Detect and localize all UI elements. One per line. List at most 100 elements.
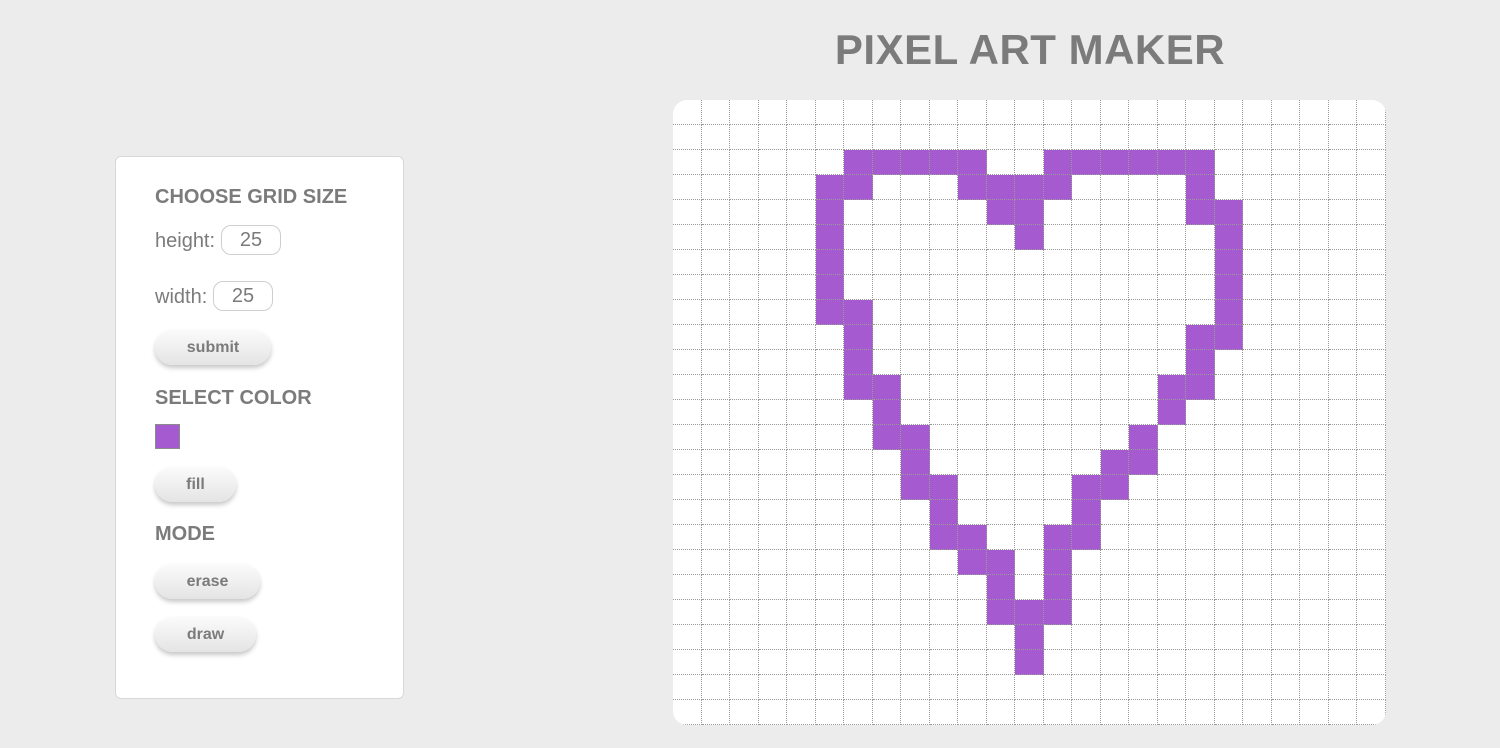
grid-cell[interactable]	[758, 325, 788, 350]
painted-grid-cell[interactable]	[844, 325, 873, 350]
grid-cell[interactable]	[815, 150, 845, 175]
grid-cell[interactable]	[1214, 125, 1244, 150]
grid-cell[interactable]	[1186, 275, 1215, 300]
grid-cell[interactable]	[787, 525, 816, 550]
grid-cell[interactable]	[1214, 400, 1244, 425]
grid-cell[interactable]	[1328, 600, 1358, 625]
grid-cell[interactable]	[1100, 125, 1130, 150]
grid-cell[interactable]	[1328, 700, 1358, 725]
grid-cell[interactable]	[730, 675, 759, 700]
grid-cell[interactable]	[929, 100, 959, 125]
painted-grid-cell[interactable]	[1129, 150, 1158, 175]
grid-cell[interactable]	[1043, 100, 1073, 125]
grid-cell[interactable]	[901, 575, 930, 600]
grid-cell[interactable]	[815, 125, 845, 150]
painted-grid-cell[interactable]	[1214, 200, 1244, 225]
grid-cell[interactable]	[1129, 675, 1158, 700]
grid-cell[interactable]	[986, 700, 1016, 725]
grid-cell[interactable]	[1043, 450, 1073, 475]
grid-cell[interactable]	[1243, 375, 1272, 400]
grid-cell[interactable]	[1243, 125, 1272, 150]
grid-cell[interactable]	[1271, 675, 1301, 700]
grid-cell[interactable]	[758, 400, 788, 425]
grid-cell[interactable]	[1129, 525, 1158, 550]
painted-grid-cell[interactable]	[844, 300, 873, 325]
grid-cell[interactable]	[787, 250, 816, 275]
painted-grid-cell[interactable]	[986, 175, 1016, 200]
grid-cell[interactable]	[1300, 275, 1329, 300]
grid-cell[interactable]	[1072, 100, 1101, 125]
grid-cell[interactable]	[1100, 325, 1130, 350]
grid-cell[interactable]	[1129, 225, 1158, 250]
grid-cell[interactable]	[787, 125, 816, 150]
grid-cell[interactable]	[815, 400, 845, 425]
grid-cell[interactable]	[1186, 475, 1215, 500]
grid-cell[interactable]	[844, 475, 873, 500]
grid-cell[interactable]	[901, 225, 930, 250]
grid-cell[interactable]	[701, 100, 731, 125]
grid-cell[interactable]	[1243, 575, 1272, 600]
grid-cell[interactable]	[1072, 325, 1101, 350]
grid-cell[interactable]	[1072, 425, 1101, 450]
grid-cell[interactable]	[958, 200, 987, 225]
grid-cell[interactable]	[1300, 200, 1329, 225]
grid-cell[interactable]	[758, 100, 788, 125]
painted-grid-cell[interactable]	[901, 475, 930, 500]
painted-grid-cell[interactable]	[1043, 600, 1073, 625]
grid-cell[interactable]	[1357, 600, 1386, 625]
grid-cell[interactable]	[1328, 550, 1358, 575]
grid-cell[interactable]	[673, 650, 702, 675]
grid-cell[interactable]	[1186, 400, 1215, 425]
grid-cell[interactable]	[1357, 175, 1386, 200]
grid-cell[interactable]	[1243, 300, 1272, 325]
grid-cell[interactable]	[1214, 350, 1244, 375]
grid-cell[interactable]	[872, 325, 902, 350]
grid-cell[interactable]	[986, 625, 1016, 650]
grid-cell[interactable]	[1271, 225, 1301, 250]
painted-grid-cell[interactable]	[815, 225, 845, 250]
grid-cell[interactable]	[1015, 375, 1044, 400]
grid-cell[interactable]	[758, 575, 788, 600]
grid-cell[interactable]	[901, 300, 930, 325]
grid-cell[interactable]	[901, 675, 930, 700]
grid-cell[interactable]	[1300, 650, 1329, 675]
grid-cell[interactable]	[673, 125, 702, 150]
grid-cell[interactable]	[815, 650, 845, 675]
grid-cell[interactable]	[844, 525, 873, 550]
grid-cell[interactable]	[787, 300, 816, 325]
grid-cell[interactable]	[701, 250, 731, 275]
painted-grid-cell[interactable]	[1072, 525, 1101, 550]
painted-grid-cell[interactable]	[986, 550, 1016, 575]
painted-grid-cell[interactable]	[1186, 350, 1215, 375]
grid-cell[interactable]	[1271, 300, 1301, 325]
grid-cell[interactable]	[844, 125, 873, 150]
grid-cell[interactable]	[758, 675, 788, 700]
grid-cell[interactable]	[787, 625, 816, 650]
painted-grid-cell[interactable]	[986, 600, 1016, 625]
grid-cell[interactable]	[1243, 225, 1272, 250]
grid-cell[interactable]	[730, 100, 759, 125]
grid-cell[interactable]	[673, 700, 702, 725]
grid-cell[interactable]	[1157, 300, 1187, 325]
painted-grid-cell[interactable]	[1157, 375, 1187, 400]
grid-cell[interactable]	[872, 525, 902, 550]
grid-cell[interactable]	[730, 200, 759, 225]
grid-cell[interactable]	[1129, 700, 1158, 725]
grid-cell[interactable]	[1072, 400, 1101, 425]
grid-cell[interactable]	[901, 200, 930, 225]
grid-cell[interactable]	[701, 700, 731, 725]
grid-cell[interactable]	[1129, 600, 1158, 625]
grid-cell[interactable]	[1100, 275, 1130, 300]
grid-cell[interactable]	[1300, 575, 1329, 600]
grid-cell[interactable]	[1043, 375, 1073, 400]
grid-cell[interactable]	[1357, 375, 1386, 400]
grid-cell[interactable]	[758, 200, 788, 225]
grid-cell[interactable]	[844, 675, 873, 700]
grid-cell[interactable]	[1357, 650, 1386, 675]
grid-cell[interactable]	[701, 325, 731, 350]
grid-cell[interactable]	[701, 450, 731, 475]
grid-cell[interactable]	[673, 275, 702, 300]
grid-cell[interactable]	[1271, 575, 1301, 600]
grid-cell[interactable]	[701, 650, 731, 675]
grid-cell[interactable]	[673, 400, 702, 425]
